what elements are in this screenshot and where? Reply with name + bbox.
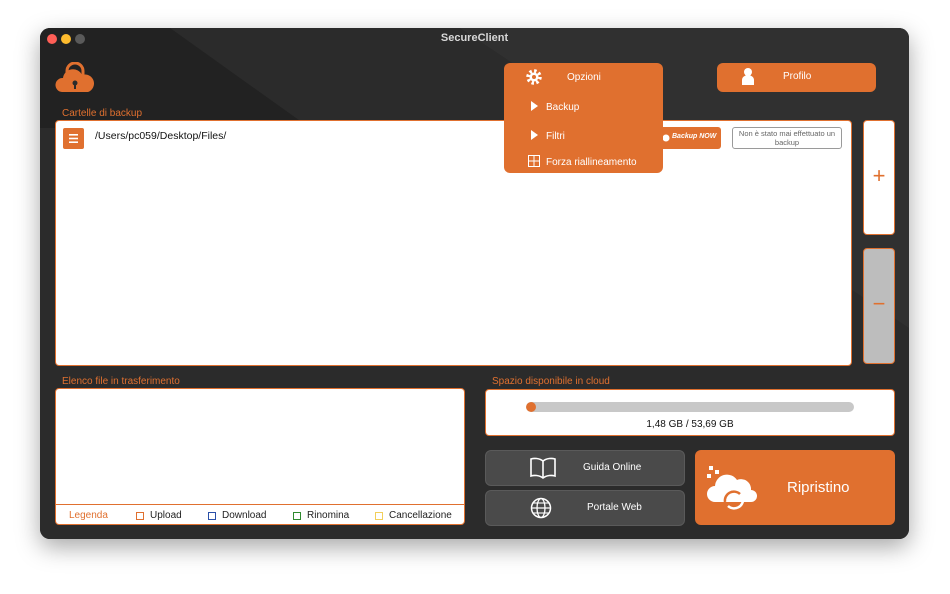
delete-swatch-icon	[375, 511, 383, 520]
legend-upload: Upload	[136, 510, 182, 521]
web-portal-label: Portale Web	[587, 502, 642, 513]
options-menu-header[interactable]: Opzioni	[504, 63, 663, 91]
guide-online-label: Guida Online	[583, 462, 642, 473]
storage-progress-bar	[526, 402, 854, 412]
hand-icon	[662, 134, 670, 142]
user-icon	[742, 68, 754, 85]
storage-panel: 1,48 GB / 53,69 GB	[485, 389, 895, 436]
triangle-right-icon	[531, 130, 538, 140]
app-window: SecureClient Profilo Cartelle di backup	[40, 28, 909, 539]
backup-status: Non è stato mai effettuato un backup	[732, 127, 842, 149]
legend-rename: Rinomina	[293, 510, 349, 521]
backup-folders-label: Cartelle di backup	[62, 108, 143, 119]
minus-icon: −	[872, 291, 886, 316]
options-menu[interactable]: Opzioni Backup Filtri Forza riallineamen…	[504, 63, 663, 173]
cloud-lock-icon	[55, 61, 95, 92]
upload-swatch-icon	[136, 511, 144, 520]
legend-rename-label: Rinomina	[307, 510, 350, 521]
menu-item-filters-label: Filtri	[546, 131, 565, 142]
legend-upload-label: Upload	[150, 510, 182, 521]
backup-folders-panel: /Users/pc059/Desktop/Files/ Backup NOW N…	[55, 120, 852, 366]
menu-item-backup[interactable]: Backup	[504, 96, 663, 118]
legend-delete: Cancellazione	[375, 510, 452, 521]
remove-folder-button[interactable]: −	[863, 248, 895, 364]
storage-usage-text: 1,48 GB / 53,69 GB	[646, 419, 734, 430]
menu-item-backup-label: Backup	[546, 102, 580, 113]
app-logo	[54, 61, 96, 94]
storage-progress-fill	[526, 402, 536, 412]
menu-item-filters[interactable]: Filtri	[504, 125, 663, 147]
cloud-restore-icon	[707, 466, 757, 510]
profile-button[interactable]: Profilo	[717, 63, 876, 92]
legend-download: Download	[208, 510, 266, 521]
profile-label: Profilo	[783, 71, 812, 82]
menu-item-realign-label: Forza riallineamento	[546, 157, 637, 168]
web-portal-button[interactable]: Portale Web	[485, 490, 685, 526]
legend-title: Legenda	[69, 510, 108, 521]
guide-online-button[interactable]: Guida Online	[485, 450, 685, 486]
rename-swatch-icon	[293, 511, 301, 520]
storage-label: Spazio disponibile in cloud	[492, 376, 610, 387]
folder-path: /Users/pc059/Desktop/Files/	[95, 130, 227, 142]
window-title: SecureClient	[440, 32, 509, 44]
backup-now-button[interactable]: Backup NOW	[658, 127, 721, 149]
menu-item-realign[interactable]: Forza riallineamento	[504, 151, 663, 173]
options-menu-title: Opzioni	[567, 72, 601, 83]
globe-icon	[530, 497, 552, 519]
hamburger-icon	[69, 134, 78, 143]
transfers-label: Elenco file in trasferimento	[62, 376, 180, 387]
legend-download-label: Download	[222, 510, 267, 521]
book-icon	[530, 457, 556, 479]
transfers-panel: Legenda Upload Download Rinomina Cancell…	[55, 388, 465, 525]
restore-label: Ripristino	[787, 479, 850, 496]
restore-button[interactable]: Ripristino	[695, 450, 895, 525]
legend: Legenda Upload Download Rinomina Cancell…	[56, 510, 464, 524]
plus-icon: +	[872, 163, 886, 188]
triangle-right-icon	[531, 101, 538, 111]
add-folder-button[interactable]: +	[863, 120, 895, 235]
title-bar: SecureClient	[40, 28, 909, 50]
folder-menu-button[interactable]	[63, 128, 84, 149]
legend-divider	[56, 504, 464, 505]
legend-delete-label: Cancellazione	[389, 510, 452, 521]
backup-now-label: Backup NOW	[672, 133, 717, 140]
download-swatch-icon	[208, 511, 216, 520]
backup-folder-row[interactable]: /Users/pc059/Desktop/Files/ Backup NOW N…	[56, 121, 851, 157]
realign-icon	[528, 155, 540, 167]
gear-icon	[526, 69, 542, 85]
